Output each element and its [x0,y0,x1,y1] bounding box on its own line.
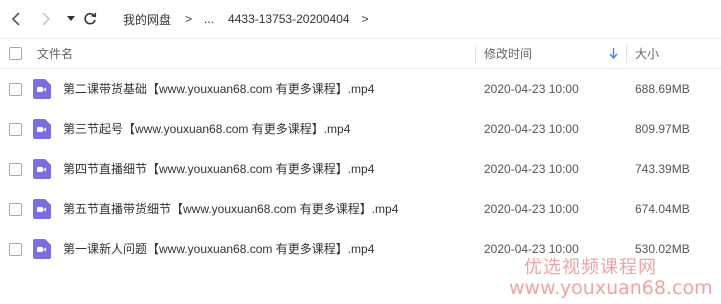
video-file-icon [33,199,51,219]
file-size: 809.97MB [635,122,690,136]
file-modified: 2020-04-23 10:00 [484,162,579,176]
video-file-icon [33,159,51,179]
row-checkbox[interactable] [9,123,22,136]
watermark-title: 优选视频课程网 [524,257,657,278]
sort-down-arrow-icon [609,48,618,59]
history-dropdown-button[interactable] [63,10,79,28]
column-header-size[interactable]: 大小 [635,39,659,68]
video-file-icon [33,239,51,259]
file-row[interactable]: 第二课带货基础【www.youxuan68.com 有更多课程】.mp4 202… [0,69,721,109]
breadcrumb-item-current[interactable]: 4433-13753-20200404 [228,12,349,26]
file-size: 688.69MB [635,82,690,96]
column-header-size-label: 大小 [635,47,660,61]
row-checkbox[interactable] [9,163,22,176]
sort-indicator[interactable] [609,39,618,68]
chevron-right-icon [42,12,51,26]
row-checkbox[interactable] [9,83,22,96]
row-checkbox[interactable] [9,203,22,216]
select-all-checkbox[interactable] [9,47,22,60]
file-name[interactable]: 第一课新人问题【www.youxuan68.com 有更多课程】.mp4 [63,229,374,269]
chevron-left-icon [11,12,20,26]
file-modified: 2020-04-23 10:00 [484,202,579,216]
breadcrumb-item-ellipsis[interactable]: ... [204,12,214,26]
breadcrumb-item-root[interactable]: 我的网盘 [123,11,171,28]
file-name[interactable]: 第四节直播细节【www.youxuan68.com 有更多课程】.mp4 [63,149,374,189]
file-row[interactable]: 第五节直播带货细节【www.youxuan68.com 有更多课程】.mp4 2… [0,189,721,229]
toolbar: 我的网盘 > ... 4433-13753-20200404 > [0,0,721,38]
video-file-icon [33,119,51,139]
file-row[interactable]: 第三节起号【www.youxuan68.com 有更多课程】.mp4 2020-… [0,109,721,149]
breadcrumb-separator: > [361,12,369,26]
column-header-modified-label: 修改时间 [484,47,533,61]
breadcrumb: 我的网盘 > ... 4433-13753-20200404 > [123,11,369,27]
refresh-icon [84,12,97,25]
column-divider[interactable] [475,45,476,63]
column-header-name-label: 文件名 [37,47,74,61]
column-header-modified[interactable]: 修改时间 [484,39,532,68]
file-name[interactable]: 第三节起号【www.youxuan68.com 有更多课程】.mp4 [63,109,350,149]
row-checkbox[interactable] [9,243,22,256]
file-list: 第二课带货基础【www.youxuan68.com 有更多课程】.mp4 202… [0,69,721,269]
column-header-name[interactable]: 文件名 [37,39,73,68]
file-name[interactable]: 第五节直播带货细节【www.youxuan68.com 有更多课程】.mp4 [63,189,398,229]
back-button[interactable] [8,10,24,28]
caret-down-icon [67,16,75,21]
file-row[interactable]: 第四节直播细节【www.youxuan68.com 有更多课程】.mp4 202… [0,149,721,189]
file-size: 743.39MB [635,162,690,176]
refresh-button[interactable] [82,10,98,28]
file-name[interactable]: 第二课带货基础【www.youxuan68.com 有更多课程】.mp4 [63,69,374,109]
file-size: 674.04MB [635,202,690,216]
watermark-url: www.youxuan68.com [509,277,713,299]
forward-button[interactable] [38,10,54,28]
video-file-icon [33,79,51,99]
file-list-header: 文件名 修改时间 大小 [0,38,721,69]
column-divider[interactable] [626,45,627,63]
file-modified: 2020-04-23 10:00 [484,82,579,96]
file-modified: 2020-04-23 10:00 [484,122,579,136]
breadcrumb-separator: > [185,12,193,26]
